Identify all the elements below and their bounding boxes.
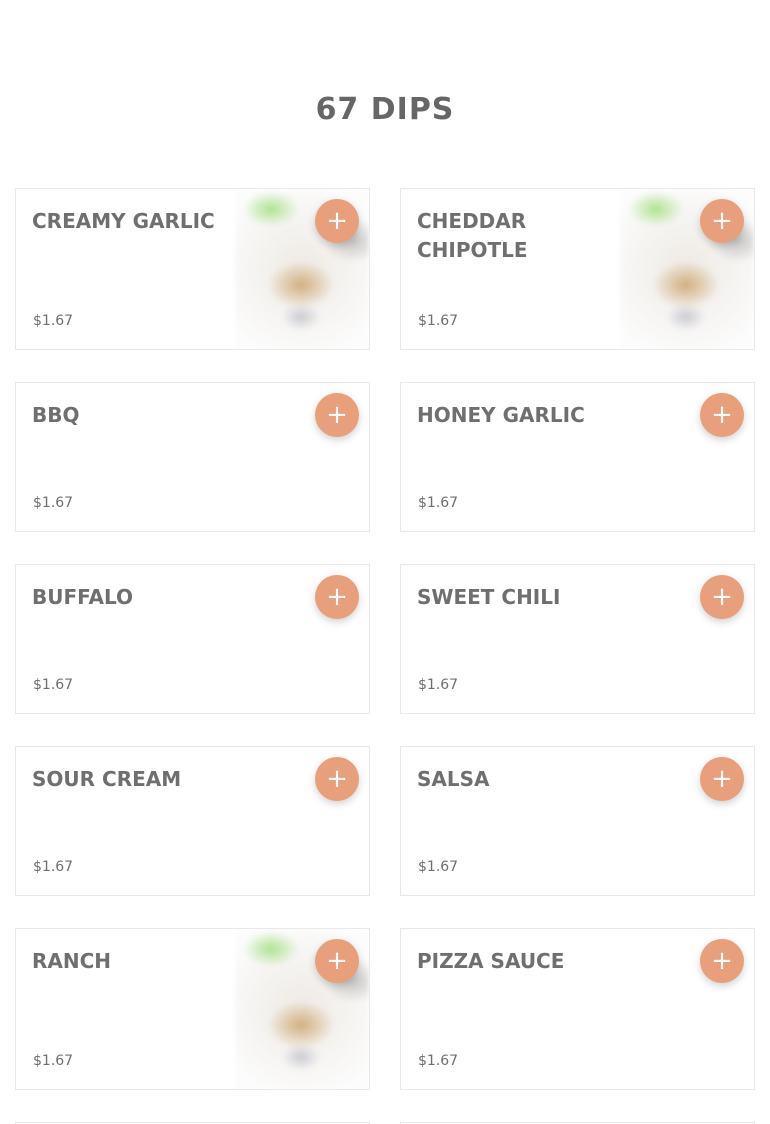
menu-item-card[interactable]: CREAMY GARLIC $1.67 +	[15, 188, 370, 350]
add-to-cart-button[interactable]: +	[315, 757, 359, 801]
item-name: CREAMY GARLIC	[32, 209, 215, 233]
item-price: $1.67	[418, 313, 459, 329]
item-name: BUFFALO	[32, 585, 134, 609]
item-name: BBQ	[32, 403, 80, 427]
add-to-cart-button[interactable]: +	[315, 199, 359, 243]
item-price: $1.67	[33, 859, 74, 875]
item-name: SWEET CHILI	[417, 585, 561, 609]
item-name: SALSA	[417, 767, 490, 791]
menu-item-card[interactable]: SOUR CREAM $1.67 +	[15, 746, 370, 896]
add-to-cart-button[interactable]: +	[315, 939, 359, 983]
item-name: RANCH	[32, 949, 112, 973]
menu-item-card[interactable]: RANCH $1.67 +	[15, 928, 370, 1090]
item-price: $1.67	[33, 313, 74, 329]
add-to-cart-button[interactable]: +	[700, 199, 744, 243]
add-to-cart-button[interactable]: +	[700, 757, 744, 801]
menu-item-card[interactable]: SALSA $1.67 +	[400, 746, 755, 896]
menu-item-card[interactable]: BUFFALO $1.67 +	[15, 564, 370, 714]
menu-item-card[interactable]: BBQ $1.67 +	[15, 382, 370, 532]
item-name: HONEY GARLIC	[417, 403, 585, 427]
item-price: $1.67	[33, 1053, 74, 1069]
item-name: CHEDDAR CHIPOTLE	[417, 209, 528, 262]
item-price: $1.67	[33, 495, 74, 511]
item-name: SOUR CREAM	[32, 767, 182, 791]
item-price: $1.67	[33, 677, 74, 693]
item-price: $1.67	[418, 859, 459, 875]
add-to-cart-button[interactable]: +	[315, 393, 359, 437]
item-price: $1.67	[418, 495, 459, 511]
add-to-cart-button[interactable]: +	[315, 575, 359, 619]
menu-item-card[interactable]: PIZZA SAUCE $1.67 +	[400, 928, 755, 1090]
item-price: $1.67	[418, 677, 459, 693]
section-title: 67 DIPS	[315, 92, 455, 127]
add-to-cart-button[interactable]: +	[700, 939, 744, 983]
add-to-cart-button[interactable]: +	[700, 393, 744, 437]
menu-item-card[interactable]: HONEY GARLIC $1.67 +	[400, 382, 755, 532]
menu-item-card[interactable]: CHEDDAR CHIPOTLE $1.67 +	[400, 188, 755, 350]
item-name: PIZZA SAUCE	[417, 949, 565, 973]
menu-item-card[interactable]: SWEET CHILI $1.67 +	[400, 564, 755, 714]
add-to-cart-button[interactable]: +	[700, 575, 744, 619]
item-price: $1.67	[418, 1053, 459, 1069]
